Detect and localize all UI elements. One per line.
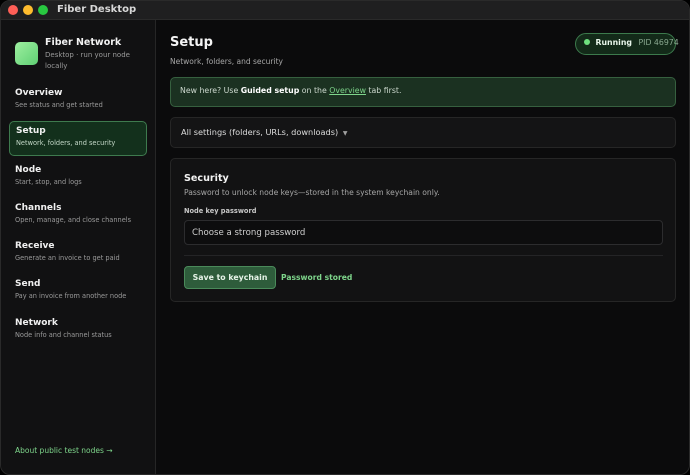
node-key-password-input[interactable]: [184, 220, 663, 245]
security-card: Security Password to unlock node keys—st…: [170, 158, 676, 302]
status-dot-icon: [584, 39, 590, 45]
main-content: Setup Network, folders, and security Run…: [156, 20, 689, 474]
close-window-button[interactable]: [8, 5, 18, 15]
password-status-text: Password stored: [281, 273, 353, 282]
page-subtitle: Network, folders, and security: [170, 57, 283, 66]
overview-tab-link[interactable]: Overview: [329, 86, 366, 95]
disclosure-label: All settings (folders, URLs, downloads): [181, 127, 339, 137]
security-description: Password to unlock node keys—stored in t…: [184, 188, 440, 197]
maximize-window-button[interactable]: [38, 5, 48, 15]
sidebar-item-node[interactable]: Node Start, stop, and logs: [9, 161, 147, 196]
brand-subtitle: Desktop · run your node locally: [45, 51, 130, 70]
all-settings-disclosure[interactable]: All settings (folders, URLs, downloads) …: [170, 117, 676, 148]
guided-setup-banner: New here? Use Guided setup on the Overvi…: [170, 77, 676, 107]
sidebar-item-description: Open, manage, and close channels: [15, 216, 132, 224]
sidebar-item-label: Channels: [15, 203, 62, 213]
chevron-down-icon: ▼: [342, 130, 348, 137]
sidebar-item-description: Node info and channel status: [15, 331, 112, 339]
node-status-badge: Running PID 46974: [575, 33, 679, 55]
app-logo: [15, 42, 38, 65]
sidebar-item-network[interactable]: Network Node info and channel status: [9, 314, 147, 349]
sidebar-item-receive[interactable]: Receive Generate an invoice to get paid: [9, 237, 147, 272]
sidebar-item-description: Pay an invoice from another node: [15, 292, 127, 300]
save-to-keychain-button[interactable]: Save to keychain: [184, 266, 276, 289]
security-title: Security: [184, 173, 229, 184]
minimize-window-button[interactable]: [23, 5, 33, 15]
sidebar-item-label: Network: [15, 318, 58, 328]
sidebar-item-description: Start, stop, and logs: [15, 178, 82, 186]
status-pid: PID 46974: [638, 38, 679, 47]
banner-middle: on the: [299, 86, 330, 95]
status-label: Running: [595, 38, 632, 47]
title-bar: Fiber Desktop: [1, 1, 689, 20]
sidebar-item-description: See status and get started: [15, 101, 103, 109]
sidebar: Fiber Network Desktop · run your node lo…: [1, 20, 156, 474]
sidebar-item-label: Send: [15, 279, 41, 289]
banner-prefix: New here? Use: [180, 86, 241, 95]
sidebar-item-setup[interactable]: Setup Network, folders, and security: [9, 121, 147, 156]
password-field-label: Node key password: [184, 207, 257, 215]
sidebar-item-label: Overview: [15, 88, 63, 98]
banner-emphasis: Guided setup: [240, 86, 300, 95]
brand-name: Fiber Network: [45, 37, 122, 48]
public-test-nodes-link[interactable]: About public test nodes →: [15, 446, 113, 455]
app-window: Fiber Desktop Fiber Network Desktop · ru…: [0, 0, 690, 475]
sidebar-item-send[interactable]: Send Pay an invoice from another node: [9, 275, 147, 310]
sidebar-item-label: Receive: [15, 241, 55, 251]
sidebar-item-overview[interactable]: Overview See status and get started: [9, 84, 147, 119]
window-title: Fiber Desktop: [57, 4, 137, 15]
banner-suffix: tab first.: [365, 86, 402, 95]
card-divider: [184, 255, 663, 256]
page-title: Setup: [170, 35, 213, 50]
sidebar-item-label: Setup: [16, 126, 46, 136]
sidebar-item-label: Node: [15, 165, 42, 175]
sidebar-item-channels[interactable]: Channels Open, manage, and close channel…: [9, 199, 147, 234]
sidebar-item-description: Network, folders, and security: [16, 139, 116, 147]
sidebar-item-description: Generate an invoice to get paid: [15, 254, 120, 262]
